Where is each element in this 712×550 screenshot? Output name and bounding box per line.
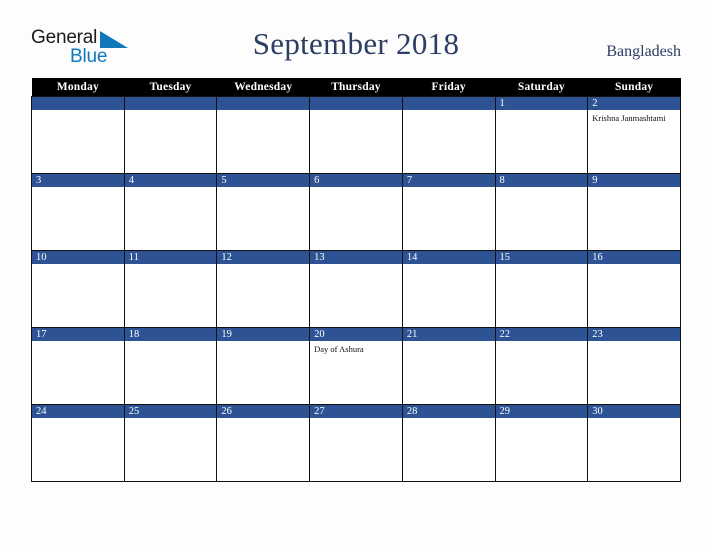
day-number: 2 bbox=[588, 97, 680, 110]
calendar-day-cell[interactable]: 19 bbox=[216, 327, 311, 405]
calendar-empty-cell[interactable] bbox=[401, 96, 496, 174]
calendar-day-cell[interactable]: 13 bbox=[309, 250, 403, 328]
day-number: 10 bbox=[32, 251, 124, 264]
calendar-day-cell[interactable]: 1 bbox=[494, 96, 589, 174]
calendar-day-cell[interactable]: 3 bbox=[31, 173, 125, 251]
day-number: 25 bbox=[124, 405, 217, 418]
calendar-day-cell[interactable]: 29 bbox=[494, 404, 589, 482]
calendar-day-cell[interactable]: 15 bbox=[494, 250, 589, 328]
calendar-body: 1 2 Krishna Janmashtami 3 4 5 6 7 8 9 10 11 12 13 14 15… bbox=[31, 96, 681, 482]
calendar-day-cell[interactable]: 5 bbox=[216, 173, 311, 251]
calendar-day-cell[interactable]: 21 bbox=[401, 327, 496, 405]
calendar-day-cell[interactable]: 26 bbox=[216, 404, 311, 482]
calendar-week-row: 17 18 19 20 Day of Ashura 21 22 23 bbox=[31, 327, 681, 405]
weekday-header-row: Monday Tuesday Wednesday Thursday Friday Satu… bbox=[31, 78, 681, 97]
day-number bbox=[402, 97, 495, 110]
day-number: 17 bbox=[32, 328, 124, 341]
calendar-week-row: 24 25 26 27 28 29 30 bbox=[31, 404, 681, 482]
day-number: 13 bbox=[310, 251, 402, 264]
day-number: 23 bbox=[588, 328, 680, 341]
holiday-label: Day of Ashura bbox=[314, 344, 364, 354]
day-number: 29 bbox=[495, 405, 588, 418]
calendar-day-cell[interactable]: 30 bbox=[587, 404, 681, 482]
calendar-day-cell[interactable]: 10 bbox=[31, 250, 125, 328]
day-number: 15 bbox=[495, 251, 588, 264]
day-number: 11 bbox=[124, 251, 217, 264]
day-number: 21 bbox=[402, 328, 495, 341]
region-label: Bangladesh bbox=[606, 43, 681, 60]
weekday-header-thursday: Thursday bbox=[309, 78, 403, 97]
calendar-day-cell[interactable]: 18 bbox=[123, 327, 218, 405]
calendar-day-cell[interactable]: 27 bbox=[309, 404, 403, 482]
day-number bbox=[32, 97, 124, 110]
day-number: 22 bbox=[495, 328, 588, 341]
day-number: 14 bbox=[402, 251, 495, 264]
calendar-empty-cell[interactable] bbox=[216, 96, 311, 174]
calendar-empty-cell[interactable] bbox=[309, 96, 403, 174]
day-number: 3 bbox=[32, 174, 124, 187]
calendar-day-cell[interactable]: 2 Krishna Janmashtami bbox=[587, 96, 681, 174]
day-number: 26 bbox=[217, 405, 310, 418]
calendar-day-cell[interactable]: 17 bbox=[31, 327, 125, 405]
weekday-header-wednesday: Wednesday bbox=[216, 78, 310, 97]
calendar-day-cell[interactable]: 24 bbox=[31, 404, 125, 482]
calendar-empty-cell[interactable] bbox=[31, 96, 125, 174]
day-number bbox=[310, 97, 402, 110]
page-header: General Blue September 2018 Bangladesh bbox=[0, 0, 712, 78]
calendar-day-cell[interactable]: 20 Day of Ashura bbox=[309, 327, 403, 405]
day-number: 27 bbox=[310, 405, 402, 418]
calendar-day-cell[interactable]: 28 bbox=[401, 404, 496, 482]
day-number: 9 bbox=[588, 174, 680, 187]
calendar-day-cell[interactable]: 11 bbox=[123, 250, 218, 328]
day-events: Krishna Janmashtami bbox=[588, 110, 680, 124]
calendar-day-cell[interactable]: 7 bbox=[401, 173, 496, 251]
weekday-header-sunday: Sunday bbox=[587, 78, 681, 97]
day-number: 4 bbox=[124, 174, 217, 187]
day-number: 19 bbox=[217, 328, 310, 341]
calendar-table: Monday Tuesday Wednesday Thursday Friday Satu… bbox=[31, 78, 681, 482]
day-number: 20 bbox=[310, 328, 402, 341]
day-number bbox=[217, 97, 310, 110]
day-number: 8 bbox=[495, 174, 588, 187]
weekday-header-tuesday: Tuesday bbox=[124, 78, 217, 97]
calendar-day-cell[interactable]: 16 bbox=[587, 250, 681, 328]
calendar-day-cell[interactable]: 12 bbox=[216, 250, 311, 328]
page-title: September 2018 bbox=[252, 26, 460, 61]
weekday-header-saturday: Saturday bbox=[495, 78, 588, 97]
calendar-day-cell[interactable]: 8 bbox=[494, 173, 589, 251]
calendar-week-row: 10 11 12 13 14 15 16 bbox=[31, 250, 681, 328]
weekday-header-friday: Friday bbox=[402, 78, 496, 97]
holiday-label: Krishna Janmashtami bbox=[592, 113, 666, 123]
calendar-day-cell[interactable]: 14 bbox=[401, 250, 496, 328]
calendar-day-cell[interactable]: 9 bbox=[587, 173, 681, 251]
weekday-header-monday: Monday bbox=[31, 78, 125, 97]
calendar-day-cell[interactable]: 25 bbox=[123, 404, 218, 482]
day-number: 7 bbox=[402, 174, 495, 187]
day-number: 5 bbox=[217, 174, 310, 187]
day-number: 28 bbox=[402, 405, 495, 418]
day-number: 16 bbox=[588, 251, 680, 264]
day-number: 30 bbox=[588, 405, 680, 418]
day-events: Day of Ashura bbox=[310, 341, 402, 355]
calendar-week-row: 3456789 bbox=[31, 173, 681, 251]
calendar-empty-cell[interactable] bbox=[123, 96, 218, 174]
calendar-day-cell[interactable]: 4 bbox=[123, 173, 218, 251]
calendar-header-row: Monday Tuesday Wednesday Thursday Friday Satu… bbox=[31, 78, 681, 97]
day-number: 6 bbox=[310, 174, 402, 187]
day-number: 1 bbox=[495, 97, 588, 110]
day-number: 24 bbox=[32, 405, 124, 418]
calendar-day-cell[interactable]: 23 bbox=[587, 327, 681, 405]
calendar-day-cell[interactable]: 22 bbox=[494, 327, 589, 405]
calendar-day-cell[interactable]: 6 bbox=[309, 173, 403, 251]
day-number: 12 bbox=[217, 251, 310, 264]
calendar-week-row: 1 2 Krishna Janmashtami bbox=[31, 96, 681, 174]
day-number bbox=[124, 97, 217, 110]
day-number: 18 bbox=[124, 328, 217, 341]
